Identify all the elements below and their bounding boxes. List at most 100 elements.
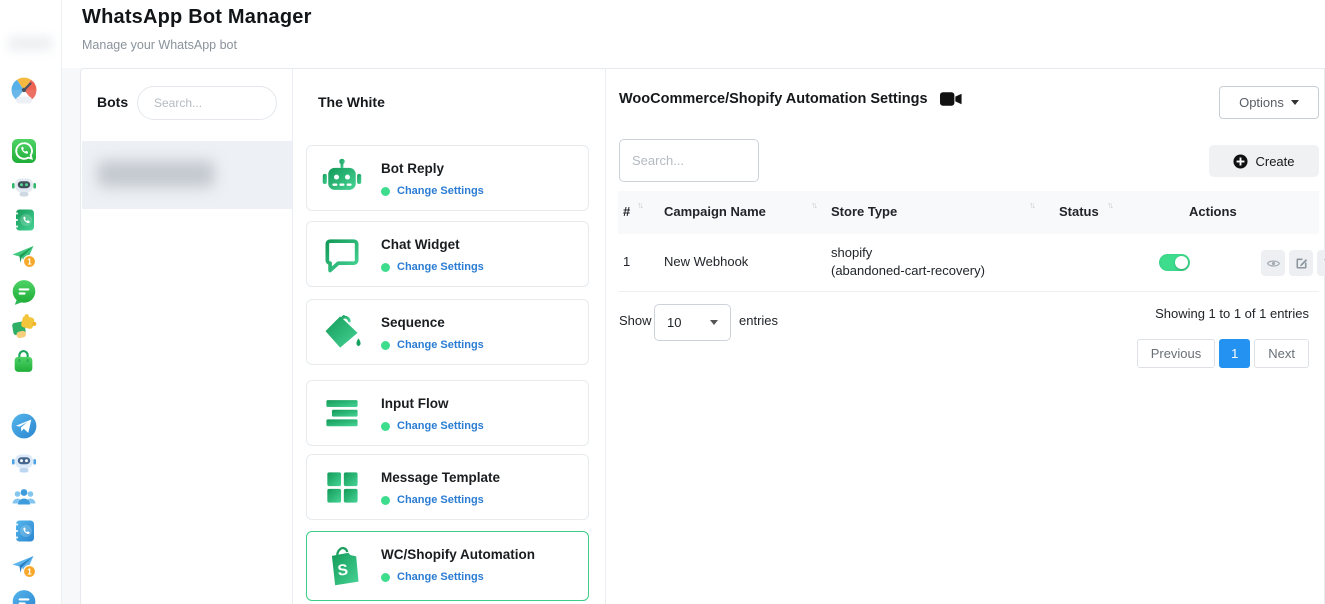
col-header-actions[interactable]: Actions xyxy=(1189,204,1237,219)
feature-card-chat-widget[interactable]: Chat Widget Change Settings xyxy=(306,221,589,287)
sidebar-item-telegram-chat[interactable] xyxy=(10,588,38,604)
sidebar-item-whatsapp-contacts[interactable] xyxy=(11,206,37,234)
sort-icon[interactable]: ↑↓ xyxy=(811,200,816,210)
change-settings-link[interactable]: Change Settings xyxy=(397,339,484,351)
input-flow-icon xyxy=(319,390,365,436)
col-header-campaign[interactable]: Campaign Name xyxy=(664,204,766,219)
cell-num: 1 xyxy=(623,254,630,269)
sidebar-item-telegram[interactable] xyxy=(10,412,38,440)
sidebar-item-integrations[interactable] xyxy=(10,312,38,340)
col-header-status[interactable]: Status xyxy=(1059,204,1099,219)
status-dot xyxy=(381,187,390,196)
entries-label: entries xyxy=(739,313,778,328)
icon-sidebar: 1 xyxy=(0,0,62,604)
sidebar-item-whatsapp-broadcast[interactable]: 1 xyxy=(11,242,37,270)
gauge-icon xyxy=(10,76,38,104)
status-dot xyxy=(381,422,390,431)
page-title: WhatsApp Bot Manager xyxy=(82,6,312,29)
campaign-search-input[interactable] xyxy=(619,139,759,182)
users-group-icon xyxy=(11,483,37,511)
content-card: Bots The White Bot Reply Chang xyxy=(80,68,1325,604)
broadcast-plane-icon: 1 xyxy=(11,242,37,270)
sort-icon[interactable]: ↑↓ xyxy=(1029,200,1034,210)
bot-list-item-selected[interactable] xyxy=(82,141,292,209)
create-button[interactable]: Create xyxy=(1209,145,1319,177)
bots-search-input[interactable] xyxy=(137,86,277,120)
selected-bot-name: The White xyxy=(318,94,385,110)
plus-circle-icon xyxy=(1233,154,1248,169)
pagination: Previous 1 Next xyxy=(1137,339,1309,368)
sidebar-item-whatsapp-bot[interactable] xyxy=(11,172,37,200)
panel-divider xyxy=(605,69,606,604)
change-settings-link[interactable]: Change Settings xyxy=(397,261,484,273)
options-button-label: Options xyxy=(1239,95,1284,110)
status-dot xyxy=(381,496,390,505)
cell-campaign: New Webhook xyxy=(664,254,748,269)
broadcast-plane-blue-icon: 1 xyxy=(11,552,37,580)
feature-title: Input Flow xyxy=(381,396,448,411)
delete-button[interactable] xyxy=(1317,250,1325,276)
chat-bubble-blue-icon xyxy=(10,588,38,604)
sidebar-item-telegram-broadcast[interactable]: 1 xyxy=(11,552,37,580)
sidebar-item-store[interactable] xyxy=(10,347,37,375)
feature-card-message-template[interactable]: Message Template Change Settings xyxy=(306,454,589,520)
feature-card-wc-shopify-automation[interactable]: S WC/Shopify Automation Change Settings xyxy=(306,531,589,601)
feature-card-sequence[interactable]: Sequence Change Settings xyxy=(306,299,589,365)
telegram-icon xyxy=(10,412,38,440)
page-size-value: 10 xyxy=(667,315,681,330)
contacts-book-icon xyxy=(11,206,37,234)
app: 1 xyxy=(0,0,1325,604)
sort-icon[interactable]: ↑↓ xyxy=(1107,200,1112,210)
badge-count: 1 xyxy=(27,567,32,576)
table-row: 1 New Webhook shopify (abandoned-cart-re… xyxy=(618,234,1319,292)
edit-icon xyxy=(1294,256,1309,271)
caret-down-icon xyxy=(710,320,718,325)
page-subtitle: Manage your WhatsApp bot xyxy=(82,38,237,52)
video-tutorial-icon[interactable] xyxy=(940,91,963,107)
robot-icon xyxy=(11,172,37,200)
change-settings-link[interactable]: Change Settings xyxy=(397,420,484,432)
shopify-icon: S xyxy=(319,543,365,589)
sidebar-item-telegram-bot[interactable] xyxy=(11,448,37,476)
sidebar-item-whatsapp[interactable] xyxy=(11,137,37,165)
blurred-logo xyxy=(8,36,52,51)
feature-card-input-flow[interactable]: Input Flow Change Settings xyxy=(306,380,589,446)
edit-button[interactable] xyxy=(1289,250,1313,276)
feature-card-bot-reply[interactable]: Bot Reply Change Settings xyxy=(306,145,589,211)
col-header-store[interactable]: Store Type xyxy=(831,204,897,219)
sidebar-item-whatsapp-chat[interactable] xyxy=(10,278,38,306)
current-page-button[interactable]: 1 xyxy=(1219,339,1250,368)
table-header: # ↑↓ Campaign Name ↑↓ Store Type ↑↓ Stat… xyxy=(618,191,1319,234)
sidebar-item-telegram-group[interactable] xyxy=(11,483,37,511)
bot-name-blurred xyxy=(98,161,214,187)
change-settings-link[interactable]: Change Settings xyxy=(397,494,484,506)
cell-store-line1: shopify xyxy=(831,245,872,260)
change-settings-link[interactable]: Change Settings xyxy=(397,571,484,583)
toggle-knob xyxy=(1175,256,1188,269)
svg-text:S: S xyxy=(337,562,349,580)
feature-title: WC/Shopify Automation xyxy=(381,547,535,562)
change-settings-link[interactable]: Change Settings xyxy=(397,185,484,197)
show-label: Show xyxy=(619,313,652,328)
main-panel-header: WooCommerce/Shopify Automation Settings xyxy=(619,91,963,107)
options-button[interactable]: Options xyxy=(1219,86,1319,119)
shopping-bag-icon xyxy=(10,347,37,375)
bot-reply-icon xyxy=(319,155,365,201)
whatsapp-icon xyxy=(11,137,37,165)
status-dot xyxy=(381,341,390,350)
showing-info-text: Showing 1 to 1 of 1 entries xyxy=(1155,306,1309,321)
next-page-button[interactable]: Next xyxy=(1254,339,1309,368)
sort-icon[interactable]: ↑↓ xyxy=(637,200,642,210)
col-header-num[interactable]: # xyxy=(623,204,630,219)
view-button[interactable] xyxy=(1261,250,1285,276)
page-header: WhatsApp Bot Manager Manage your WhatsAp… xyxy=(62,0,1325,68)
previous-page-button[interactable]: Previous xyxy=(1137,339,1216,368)
dashboard-gauge-icon[interactable] xyxy=(10,76,38,104)
panel-divider xyxy=(292,69,293,604)
cell-store-line2: (abandoned-cart-recovery) xyxy=(831,263,985,278)
status-toggle[interactable] xyxy=(1159,254,1190,271)
sidebar-item-telegram-contacts[interactable] xyxy=(11,517,37,545)
status-dot xyxy=(381,573,390,582)
main-panel-title: WooCommerce/Shopify Automation Settings xyxy=(619,91,928,107)
page-size-select[interactable]: 10 xyxy=(654,304,731,341)
